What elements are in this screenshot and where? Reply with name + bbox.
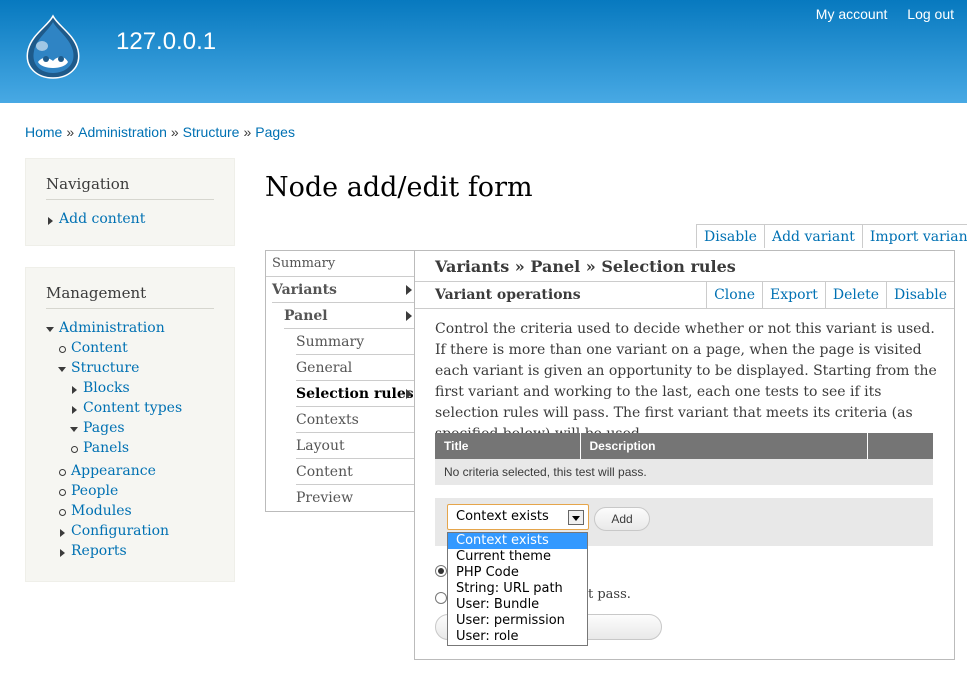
add-criteria-button[interactable]: Add <box>594 507 650 531</box>
navigation-block: Navigation Add content <box>25 158 235 246</box>
export-button[interactable]: Export <box>762 282 825 309</box>
selection-rules-description: Control the criteria used to decide whet… <box>435 319 945 445</box>
description-line-2: If there is more than one variant on a p… <box>435 342 937 442</box>
option-user-role[interactable]: User: role <box>448 629 587 645</box>
mgmt-item-modules[interactable]: Modules <box>59 503 132 519</box>
site-name[interactable]: 127.0.0.1 <box>116 28 216 56</box>
criteria-select-value: Context exists <box>456 509 549 524</box>
navigation-title: Navigation <box>46 175 214 200</box>
criteria-type-select[interactable]: Context exists <box>447 504 589 530</box>
criteria-table: Title Description No criteria selected, … <box>435 433 933 485</box>
breadcrumb: Home» Administration» Structure» Pages <box>25 124 295 140</box>
option-context-exists[interactable]: Context exists <box>448 533 587 549</box>
site-header: 127.0.0.1 My account Log out <box>0 0 967 103</box>
breadcrumb-separator: » <box>170 124 179 140</box>
tree-item-panel[interactable]: Panel <box>284 303 328 329</box>
mgmt-item-pages[interactable]: Pages <box>70 420 125 436</box>
management-title: Management <box>46 284 214 309</box>
my-account-link[interactable]: My account <box>816 6 888 22</box>
option-user-bundle[interactable]: User: Bundle <box>448 597 587 613</box>
column-title: Title <box>435 433 581 459</box>
tree-item-contexts[interactable]: Contexts <box>296 407 359 433</box>
disable-variant-button[interactable]: Disable <box>886 282 954 309</box>
breadcrumb-administration[interactable]: Administration <box>78 124 167 140</box>
mgmt-item-content-types[interactable]: Content types <box>71 400 182 416</box>
option-string-url-path[interactable]: String: URL path <box>448 581 587 597</box>
breadcrumb-separator: » <box>66 124 75 140</box>
drupal-logo-icon[interactable] <box>22 14 84 80</box>
column-operations <box>867 433 933 459</box>
mgmt-item-reports[interactable]: Reports <box>60 543 127 559</box>
mgmt-item-panels[interactable]: Panels <box>70 440 129 456</box>
panel-title: Variants » Panel » Selection rules <box>435 257 736 276</box>
delete-button[interactable]: Delete <box>824 282 886 309</box>
partial-label-2: t pass. <box>588 587 631 602</box>
option-current-theme[interactable]: Current theme <box>448 549 587 565</box>
tree-arrow-icon <box>406 311 412 321</box>
page-manager-tree: Summary Variants Panel Summary General S… <box>265 250 415 512</box>
add-variant-button[interactable]: Add variant <box>763 225 862 248</box>
mgmt-item-configuration[interactable]: Configuration <box>59 523 169 539</box>
logic-radio-or[interactable] <box>435 592 447 604</box>
description-line-1: Control the criteria used to decide whet… <box>435 321 935 337</box>
mgmt-item-structure[interactable]: Structure <box>57 360 139 376</box>
logic-radio-and[interactable] <box>435 565 447 577</box>
criteria-type-dropdown: Context exists Current theme PHP Code St… <box>447 532 588 646</box>
chevron-down-icon[interactable] <box>568 510 584 525</box>
empty-criteria-message: No criteria selected, this test will pas… <box>435 459 933 485</box>
nav-item-add-content[interactable]: Add content <box>47 211 145 227</box>
option-php-code[interactable]: PHP Code <box>448 565 587 581</box>
clone-button[interactable]: Clone <box>706 282 762 309</box>
breadcrumb-separator: » <box>243 124 252 140</box>
variant-operations-title: Variant operations <box>435 287 581 303</box>
tree-item-summary[interactable]: Summary <box>272 251 335 277</box>
disable-page-button[interactable]: Disable <box>697 225 764 248</box>
tree-item-panel-summary[interactable]: Summary <box>296 329 364 355</box>
mgmt-item-content[interactable]: Content <box>59 340 128 356</box>
mgmt-item-blocks[interactable]: Blocks <box>72 380 130 396</box>
tree-item-preview[interactable]: Preview <box>296 485 353 511</box>
breadcrumb-structure[interactable]: Structure <box>183 124 240 140</box>
tree-item-variants[interactable]: Variants <box>272 277 337 303</box>
tree-item-layout[interactable]: Layout <box>296 433 345 459</box>
tree-arrow-icon <box>406 285 412 295</box>
import-variant-button[interactable]: Import variant <box>861 225 967 248</box>
tree-item-selection-rules[interactable]: Selection rules <box>296 381 414 407</box>
tree-item-general[interactable]: General <box>296 355 352 381</box>
tree-item-content[interactable]: Content <box>296 459 353 485</box>
mgmt-item-people[interactable]: People <box>58 483 118 499</box>
option-user-permission[interactable]: User: permission <box>448 613 587 629</box>
variant-operations-bar: Variant operations Clone Export Delete D… <box>415 281 954 309</box>
tree-arrow-icon <box>406 389 412 399</box>
column-description: Description <box>580 433 868 459</box>
management-block: Management Administration Content Struct… <box>25 267 235 582</box>
mgmt-item-appearance[interactable]: Appearance <box>59 463 156 479</box>
breadcrumb-pages[interactable]: Pages <box>255 124 295 140</box>
breadcrumb-home[interactable]: Home <box>25 124 62 140</box>
user-menu: My account Log out <box>800 6 954 22</box>
variant-actions: Disable Add variant Import variant <box>696 224 967 248</box>
mgmt-item-administration[interactable]: Administration <box>46 320 165 336</box>
log-out-link[interactable]: Log out <box>907 6 954 22</box>
page-title: Node add/edit form <box>265 172 533 203</box>
table-row: No criteria selected, this test will pas… <box>435 459 933 485</box>
variant-operations-links: Clone Export Delete Disable <box>706 282 954 309</box>
